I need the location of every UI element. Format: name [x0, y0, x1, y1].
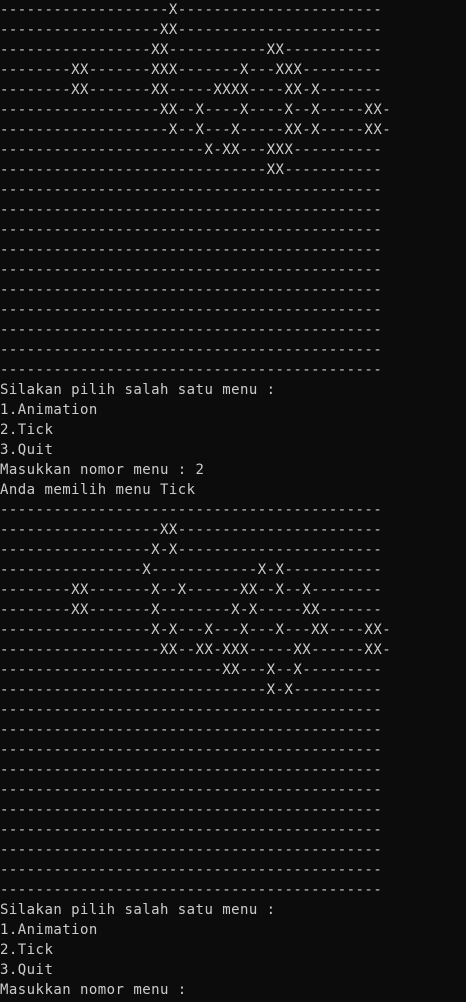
grid-row: -----------------XX-----------XX--------…	[0, 42, 383, 58]
grid-row: --------XX-------X--X------XX--X--X-----…	[0, 582, 383, 598]
grid-row: ----------------X------------X-X--------…	[0, 562, 383, 578]
grid-row: ----------------------------------------…	[0, 742, 383, 758]
grid-row: ----------------------------------------…	[0, 862, 383, 878]
grid-row: ------------------XX--X----X----X--X----…	[0, 102, 392, 118]
grid-row: ------------------XX--XX-XXX-----XX-----…	[0, 642, 392, 658]
grid-row: ----------------------------------------…	[0, 342, 383, 358]
grid-row: ----------------------------------------…	[0, 362, 383, 378]
grid-row: --------XX-------XX-----XXXX----XX-X----…	[0, 82, 383, 98]
grid-row: ------------------XX--------------------…	[0, 522, 383, 538]
grid-row: -------------------X--------------------…	[0, 2, 383, 18]
grid-row: -------------------X--X---X-----XX-X----…	[0, 122, 392, 138]
grid-row: ------------------XX--------------------…	[0, 22, 383, 38]
grid-row: ----------------------------------------…	[0, 182, 383, 198]
grid-row: --------XX-------XXX-------X---XXX------…	[0, 62, 383, 78]
grid-row: ------------------------------X-X-------…	[0, 682, 383, 698]
grid-row: ----------------------------------------…	[0, 202, 383, 218]
grid-row: ----------------------------------------…	[0, 502, 383, 518]
grid-row: ----------------------------------------…	[0, 302, 383, 318]
grid-row: -----------------X-X---X---X---X---XX---…	[0, 622, 392, 638]
console-text-line: 3.Quit	[0, 442, 54, 458]
grid-row: ----------------------------------------…	[0, 322, 383, 338]
grid-row: ----------------------------------------…	[0, 242, 383, 258]
console-text-line: Silakan pilih salah satu menu :	[0, 382, 276, 398]
grid-row: -------------------------XX---X--X------…	[0, 662, 383, 678]
console-text-line: 1.Animation	[0, 922, 98, 938]
console-text-line: Anda memilih menu Tick	[0, 482, 196, 498]
console-window[interactable]: -------------------X--------------------…	[0, 0, 466, 1002]
console-text-line: 1.Animation	[0, 402, 98, 418]
grid-row: ----------------------------------------…	[0, 262, 383, 278]
grid-row: ----------------------------------------…	[0, 842, 383, 858]
grid-row: -----------------------X-XX---XXX-------…	[0, 142, 383, 158]
grid-row: ----------------------------------------…	[0, 702, 383, 718]
grid-row: ----------------------------------------…	[0, 882, 383, 898]
grid-row: ----------------------------------------…	[0, 282, 383, 298]
console-text-line: 2.Tick	[0, 942, 54, 958]
grid-row: -----------------X-X--------------------…	[0, 542, 383, 558]
grid-row: ----------------------------------------…	[0, 802, 383, 818]
console-text-line: 3.Quit	[0, 962, 54, 978]
grid-row: ------------------------------XX--------…	[0, 162, 383, 178]
console-text-line: Silakan pilih salah satu menu :	[0, 902, 276, 918]
grid-row: ----------------------------------------…	[0, 782, 383, 798]
console-text-line: Masukkan nomor menu : 2	[0, 462, 205, 478]
grid-row: ----------------------------------------…	[0, 722, 383, 738]
console-text-line: 2.Tick	[0, 422, 54, 438]
grid-row: --------XX-------X--------X-X-----XX----…	[0, 602, 383, 618]
console-output: -------------------X--------------------…	[0, 0, 391, 1000]
grid-row: ----------------------------------------…	[0, 822, 383, 838]
console-text-line: Masukkan nomor menu :	[0, 982, 187, 998]
grid-row: ----------------------------------------…	[0, 222, 383, 238]
grid-row: ----------------------------------------…	[0, 762, 383, 778]
